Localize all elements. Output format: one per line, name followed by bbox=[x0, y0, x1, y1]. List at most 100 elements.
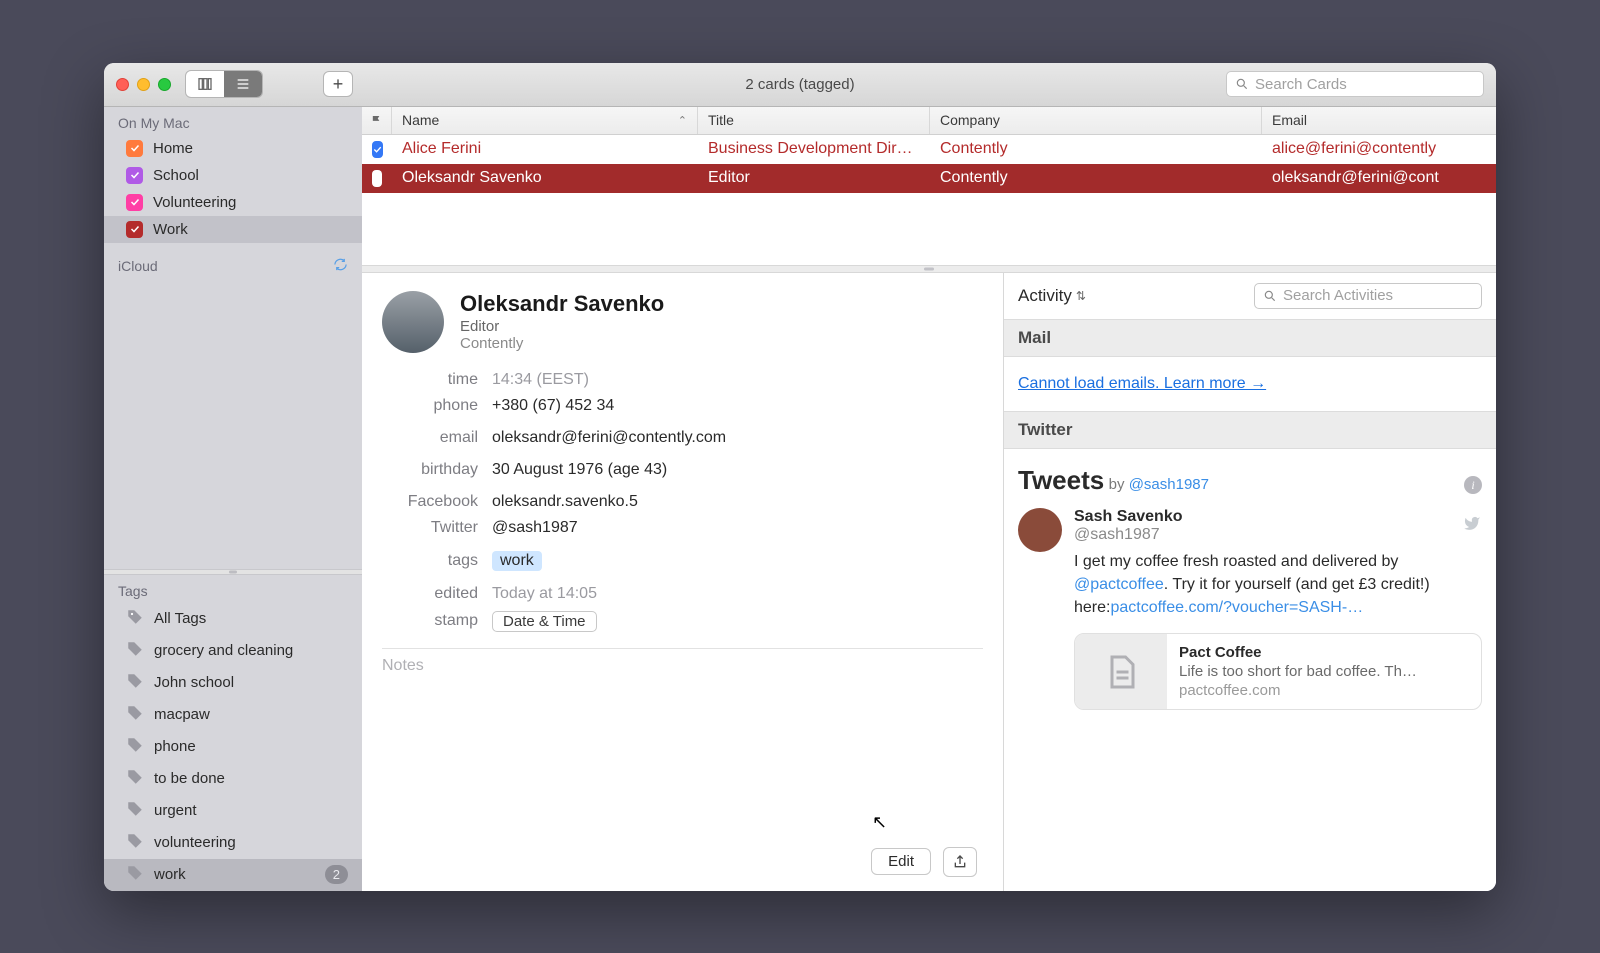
view-mode-columns-button[interactable] bbox=[186, 71, 224, 97]
stamp-button[interactable]: Date & Time bbox=[492, 611, 597, 632]
sidebar-section-icloud[interactable]: iCloud bbox=[104, 243, 362, 279]
field-value-email: oleksandr@ferini@contently.com bbox=[492, 429, 726, 447]
mail-error-link[interactable]: Cannot load emails. Learn more → bbox=[1018, 375, 1266, 392]
sidebar-group-label: Home bbox=[153, 140, 193, 157]
app-window: + 2 cards (tagged) Search Cards On My Ma… bbox=[104, 63, 1496, 891]
sidebar-group-work[interactable]: Work bbox=[104, 216, 362, 243]
view-mode-list-button[interactable] bbox=[224, 71, 262, 97]
sidebar-tag-item[interactable]: to be done bbox=[104, 763, 362, 795]
activity-dropdown[interactable]: Activity ⇅ bbox=[1018, 286, 1086, 306]
row-flag-checkbox[interactable] bbox=[372, 141, 383, 158]
share-button[interactable] bbox=[943, 847, 977, 877]
notes-input[interactable]: Notes bbox=[382, 653, 983, 679]
sidebar-tag-label: urgent bbox=[154, 802, 197, 819]
tweet-mention-link[interactable]: @pactcoffee bbox=[1074, 576, 1164, 593]
flag-icon bbox=[372, 114, 381, 127]
sidebar-tag-work[interactable]: work 2 bbox=[104, 859, 362, 891]
sort-ascending-icon: ⌃ bbox=[678, 114, 687, 127]
tag-icon bbox=[126, 832, 144, 854]
sidebar-group-label: School bbox=[153, 167, 199, 184]
tag-icon bbox=[126, 640, 144, 662]
sidebar-group-school[interactable]: School bbox=[104, 162, 362, 189]
sidebar-group-label: Work bbox=[153, 221, 188, 238]
plus-icon: + bbox=[333, 74, 344, 95]
sidebar-tag-item[interactable]: urgent bbox=[104, 795, 362, 827]
field-label-tags: tags bbox=[382, 552, 478, 570]
activity-panel: Activity ⇅ Search Activities Mail Cannot… bbox=[1004, 273, 1496, 891]
content-area: Name ⌃ Title Company Email Alice Ferini … bbox=[362, 107, 1496, 891]
activity-section-twitter: Twitter bbox=[1004, 411, 1496, 449]
sidebar-tag-item[interactable]: macpaw bbox=[104, 699, 362, 731]
sidebar-tag-item[interactable]: volunteering bbox=[104, 827, 362, 859]
mouse-cursor-icon: ↖ bbox=[872, 812, 887, 833]
titlebar: + 2 cards (tagged) Search Cards bbox=[104, 63, 1496, 107]
list-icon bbox=[235, 76, 251, 92]
table-row[interactable]: Oleksandr Savenko Editor Contently oleks… bbox=[362, 164, 1496, 193]
tweet-url-link[interactable]: pactcoffee.com/?voucher=SASH-… bbox=[1110, 599, 1363, 616]
sidebar-tag-item[interactable]: John school bbox=[104, 667, 362, 699]
tag-icon bbox=[126, 864, 144, 886]
info-icon[interactable]: i bbox=[1464, 476, 1482, 494]
sidebar-tag-all[interactable]: All Tags bbox=[104, 603, 362, 635]
checkbox-icon bbox=[126, 194, 143, 211]
sidebar-split-handle[interactable] bbox=[104, 569, 362, 575]
avatar bbox=[382, 291, 444, 353]
tweet-text: I get my coffee fresh roasted and delive… bbox=[1074, 550, 1482, 620]
table-row[interactable]: Alice Ferini Business Development Dire… … bbox=[362, 135, 1496, 164]
add-card-button[interactable]: + bbox=[323, 71, 353, 97]
search-icon bbox=[1263, 289, 1277, 303]
checkbox-icon bbox=[126, 221, 143, 238]
refresh-icon[interactable] bbox=[333, 257, 348, 275]
maximize-window-button[interactable] bbox=[158, 78, 171, 91]
horizontal-split-handle[interactable] bbox=[362, 265, 1496, 273]
field-value-edited: Today at 14:05 bbox=[492, 585, 597, 603]
column-header-name[interactable]: Name ⌃ bbox=[392, 107, 698, 134]
twitter-bird-icon bbox=[1462, 515, 1482, 537]
window-title: 2 cards (tagged) bbox=[745, 76, 854, 93]
sidebar: On My Mac Home School Volunteering Work … bbox=[104, 107, 362, 891]
cell-company: Contently bbox=[930, 140, 1262, 158]
tweets-author-link[interactable]: @sash1987 bbox=[1129, 476, 1209, 493]
cell-company: Contently bbox=[930, 169, 1262, 187]
field-value-twitter: @sash1987 bbox=[492, 519, 578, 537]
tweet-author-name: Sash Savenko bbox=[1074, 508, 1183, 525]
field-label-birthday: birthday bbox=[382, 461, 478, 479]
tweet-link-card[interactable]: Pact Coffee Life is too short for bad co… bbox=[1074, 633, 1482, 710]
column-header-company[interactable]: Company bbox=[930, 107, 1262, 134]
share-icon bbox=[952, 853, 968, 871]
checkbox-icon bbox=[126, 167, 143, 184]
search-cards-input[interactable]: Search Cards bbox=[1226, 71, 1484, 97]
close-window-button[interactable] bbox=[116, 78, 129, 91]
check-icon bbox=[372, 144, 383, 155]
sidebar-tag-label: grocery and cleaning bbox=[154, 642, 293, 659]
field-label-facebook: Facebook bbox=[382, 493, 478, 511]
cell-title: Editor bbox=[698, 169, 930, 187]
field-value-facebook: oleksandr.savenko.5 bbox=[492, 493, 638, 511]
tag-chip[interactable]: work bbox=[492, 551, 542, 571]
sidebar-tag-item[interactable]: grocery and cleaning bbox=[104, 635, 362, 667]
column-header-email[interactable]: Email bbox=[1262, 107, 1496, 134]
edit-button[interactable]: Edit bbox=[871, 848, 931, 875]
search-activities-input[interactable]: Search Activities bbox=[1254, 283, 1482, 309]
minimize-window-button[interactable] bbox=[137, 78, 150, 91]
field-label-phone: phone bbox=[382, 397, 478, 415]
field-value-birthday: 30 August 1976 (age 43) bbox=[492, 461, 667, 479]
sidebar-group-label: Volunteering bbox=[153, 194, 236, 211]
sidebar-group-volunteering[interactable]: Volunteering bbox=[104, 189, 362, 216]
activity-section-mail: Mail bbox=[1004, 319, 1496, 357]
column-header-flag[interactable] bbox=[362, 107, 392, 134]
field-label-edited: edited bbox=[382, 585, 478, 603]
window-controls bbox=[116, 78, 171, 91]
sidebar-tag-label: work bbox=[154, 866, 186, 883]
field-label-email: email bbox=[382, 429, 478, 447]
sidebar-tag-item[interactable]: phone bbox=[104, 731, 362, 763]
cell-email: alice@ferini@contently bbox=[1262, 140, 1496, 158]
sidebar-group-home[interactable]: Home bbox=[104, 135, 362, 162]
table-header: Name ⌃ Title Company Email bbox=[362, 107, 1496, 135]
column-header-title[interactable]: Title bbox=[698, 107, 930, 134]
cell-email: oleksandr@ferini@cont bbox=[1262, 169, 1496, 187]
cell-title: Business Development Dire… bbox=[698, 140, 930, 158]
row-flag-checkbox[interactable] bbox=[372, 170, 382, 187]
tweet: Sash Savenko @sash1987 I get my coffee f… bbox=[1018, 508, 1482, 711]
tag-icon bbox=[126, 768, 144, 790]
